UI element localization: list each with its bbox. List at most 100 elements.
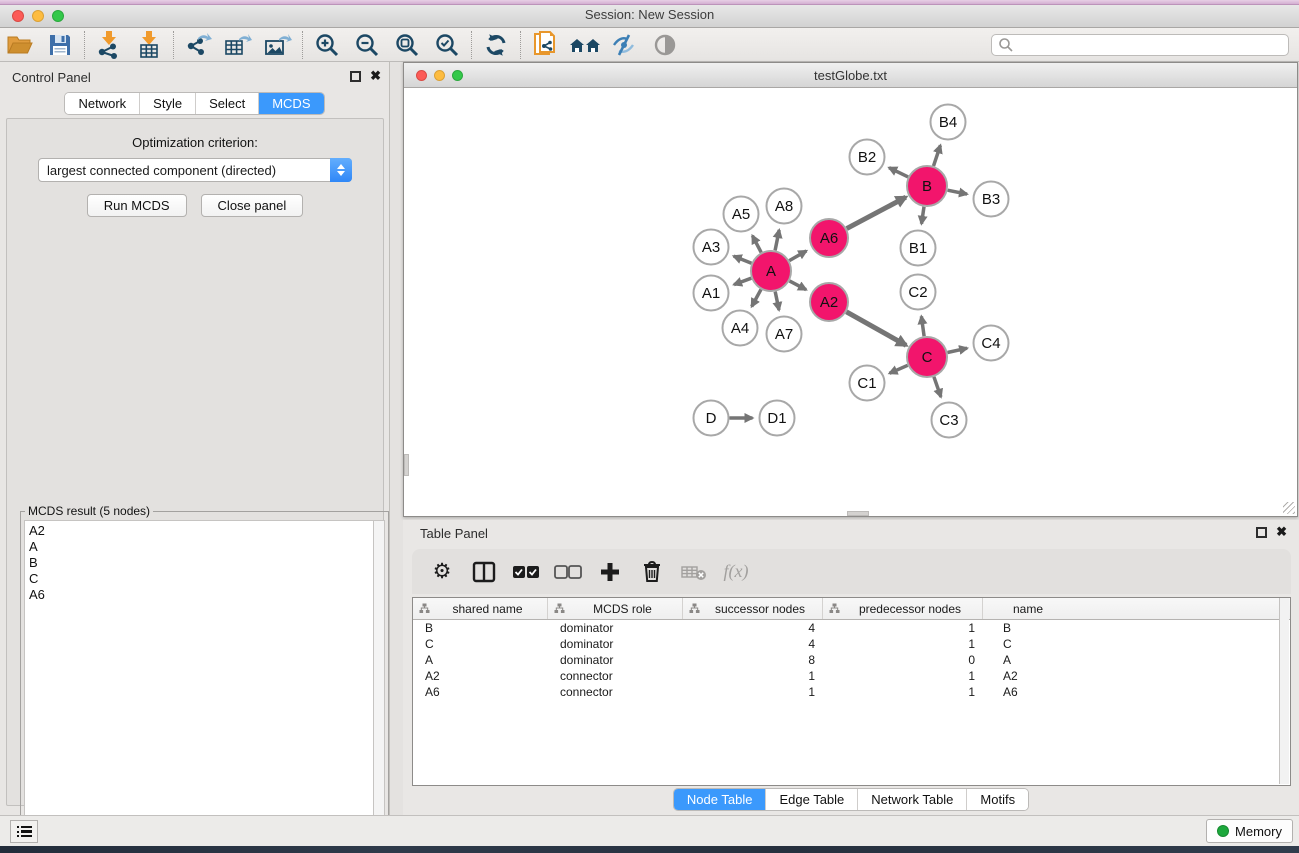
- graph-edge[interactable]: [775, 230, 779, 250]
- graph-edge[interactable]: [775, 292, 779, 310]
- close-table-panel-button[interactable]: ✖: [1276, 524, 1287, 540]
- graph-node-C[interactable]: C: [907, 337, 947, 377]
- search-input[interactable]: [1014, 38, 1288, 52]
- zoom-out-button[interactable]: [347, 29, 387, 61]
- graph-edge[interactable]: [948, 190, 967, 194]
- task-history-button[interactable]: [10, 820, 38, 843]
- graph-edge[interactable]: [734, 278, 751, 284]
- graph-edge[interactable]: [889, 168, 908, 177]
- graph-node-B4[interactable]: B4: [931, 105, 966, 140]
- graph-edge[interactable]: [934, 145, 941, 166]
- graph-node-C3[interactable]: C3: [932, 403, 967, 438]
- table-row[interactable]: A6connector11A6: [413, 684, 1290, 700]
- memory-button[interactable]: Memory: [1206, 819, 1293, 843]
- refresh-view-button[interactable]: [476, 29, 516, 61]
- open-session-button[interactable]: [0, 29, 40, 61]
- graph-node-B2[interactable]: B2: [850, 140, 885, 175]
- result-list-item[interactable]: A2: [29, 523, 369, 539]
- column-header-mcds-role[interactable]: MCDS role: [548, 598, 683, 619]
- graph-edge[interactable]: [752, 289, 761, 306]
- result-list-item[interactable]: C: [29, 571, 369, 587]
- column-header-predecessor-nodes[interactable]: predecessor nodes: [823, 598, 983, 619]
- search-field[interactable]: [991, 34, 1289, 56]
- graph-node-C1[interactable]: C1: [850, 366, 885, 401]
- delete-column-button[interactable]: [634, 554, 670, 590]
- float-panel-button[interactable]: [350, 71, 361, 82]
- column-header-successor-nodes[interactable]: successor nodes: [683, 598, 823, 619]
- table-settings-button[interactable]: ⚙: [424, 554, 460, 590]
- result-list-item[interactable]: A6: [29, 587, 369, 603]
- graph-edge[interactable]: [948, 348, 968, 352]
- graph-node-C2[interactable]: C2: [901, 275, 936, 310]
- run-mcds-button[interactable]: Run MCDS: [87, 194, 187, 217]
- save-session-button[interactable]: [40, 29, 80, 61]
- close-panel-button[interactable]: Close panel: [201, 194, 304, 217]
- graph-node-A4[interactable]: A4: [723, 311, 758, 346]
- graph-node-B3[interactable]: B3: [974, 182, 1009, 217]
- zoom-selected-button[interactable]: [427, 29, 467, 61]
- table-row[interactable]: Cdominator41C: [413, 636, 1290, 652]
- canvas-horizontal-scroll-mark[interactable]: [847, 511, 869, 516]
- window-resize-grip[interactable]: [1283, 502, 1295, 514]
- graph-edge[interactable]: [734, 256, 752, 263]
- table-row[interactable]: Adominator80A: [413, 652, 1290, 668]
- graph-node-A3[interactable]: A3: [694, 230, 729, 265]
- import-table-button[interactable]: [129, 29, 169, 61]
- graph-edge[interactable]: [890, 365, 908, 373]
- column-header-shared-name[interactable]: shared name: [413, 598, 548, 619]
- duplicate-network-button[interactable]: [525, 29, 565, 61]
- tab-motifs[interactable]: Motifs: [967, 789, 1028, 810]
- function-builder-button[interactable]: f(x): [718, 554, 754, 590]
- canvas-vertical-scroll-mark[interactable]: [404, 454, 409, 476]
- graph-node-C4[interactable]: C4: [974, 326, 1009, 361]
- zoom-fit-button[interactable]: [387, 29, 427, 61]
- graph-edge[interactable]: [846, 312, 906, 346]
- optimization-criterion-dropdown[interactable]: largest connected component (directed): [38, 158, 352, 182]
- hide-graphics-details-button[interactable]: [605, 29, 645, 61]
- tab-select[interactable]: Select: [196, 93, 259, 114]
- float-table-panel-button[interactable]: [1256, 527, 1267, 538]
- export-table-button[interactable]: [218, 29, 258, 61]
- tab-network[interactable]: Network: [65, 93, 140, 114]
- delete-table-button[interactable]: [676, 554, 712, 590]
- deselect-all-button[interactable]: [550, 554, 586, 590]
- graph-edge[interactable]: [847, 197, 906, 228]
- graph-node-A1[interactable]: A1: [694, 276, 729, 311]
- network-graph[interactable]: AA1A2A3A4A5A6A7A8BB1B2B3B4CC1C2C3C4DD1: [404, 89, 1297, 517]
- result-list-item[interactable]: A: [29, 539, 369, 555]
- tab-network-table[interactable]: Network Table: [858, 789, 967, 810]
- graph-node-A[interactable]: A: [751, 251, 791, 291]
- graph-node-B1[interactable]: B1: [901, 231, 936, 266]
- split-view-button[interactable]: [466, 554, 502, 590]
- graph-node-A8[interactable]: A8: [767, 189, 802, 224]
- table-row[interactable]: A2connector11A2: [413, 668, 1290, 684]
- tab-node-table[interactable]: Node Table: [674, 789, 767, 810]
- graph-edge[interactable]: [789, 251, 806, 261]
- zoom-in-button[interactable]: [307, 29, 347, 61]
- add-column-button[interactable]: [592, 554, 628, 590]
- select-all-button[interactable]: [508, 554, 544, 590]
- network-canvas[interactable]: AA1A2A3A4A5A6A7A8BB1B2B3B4CC1C2C3C4DD1: [404, 89, 1297, 516]
- mcds-result-list[interactable]: A2ABCA6: [24, 520, 374, 852]
- tab-style[interactable]: Style: [140, 93, 196, 114]
- graph-node-A6[interactable]: A6: [810, 219, 848, 257]
- tab-edge-table[interactable]: Edge Table: [766, 789, 858, 810]
- table-row[interactable]: Bdominator41B: [413, 620, 1290, 636]
- export-network-button[interactable]: [178, 29, 218, 61]
- show-graphics-details-button[interactable]: [645, 29, 685, 61]
- graph-edge[interactable]: [790, 281, 807, 290]
- graph-node-A2[interactable]: A2: [810, 283, 848, 321]
- graph-node-D1[interactable]: D1: [760, 401, 795, 436]
- result-list-scrollbar[interactable]: [374, 520, 385, 852]
- graph-edge[interactable]: [934, 377, 941, 397]
- graph-node-B[interactable]: B: [907, 166, 947, 206]
- export-image-button[interactable]: [258, 29, 298, 61]
- close-panel-icon-button[interactable]: ✖: [370, 68, 381, 84]
- result-list-item[interactable]: B: [29, 555, 369, 571]
- table-scrollbar[interactable]: [1279, 598, 1289, 784]
- home-button[interactable]: [565, 29, 605, 61]
- graph-node-A5[interactable]: A5: [724, 197, 759, 232]
- tab-mcds[interactable]: MCDS: [259, 93, 323, 114]
- import-network-button[interactable]: [89, 29, 129, 61]
- graph-node-D[interactable]: D: [694, 401, 729, 436]
